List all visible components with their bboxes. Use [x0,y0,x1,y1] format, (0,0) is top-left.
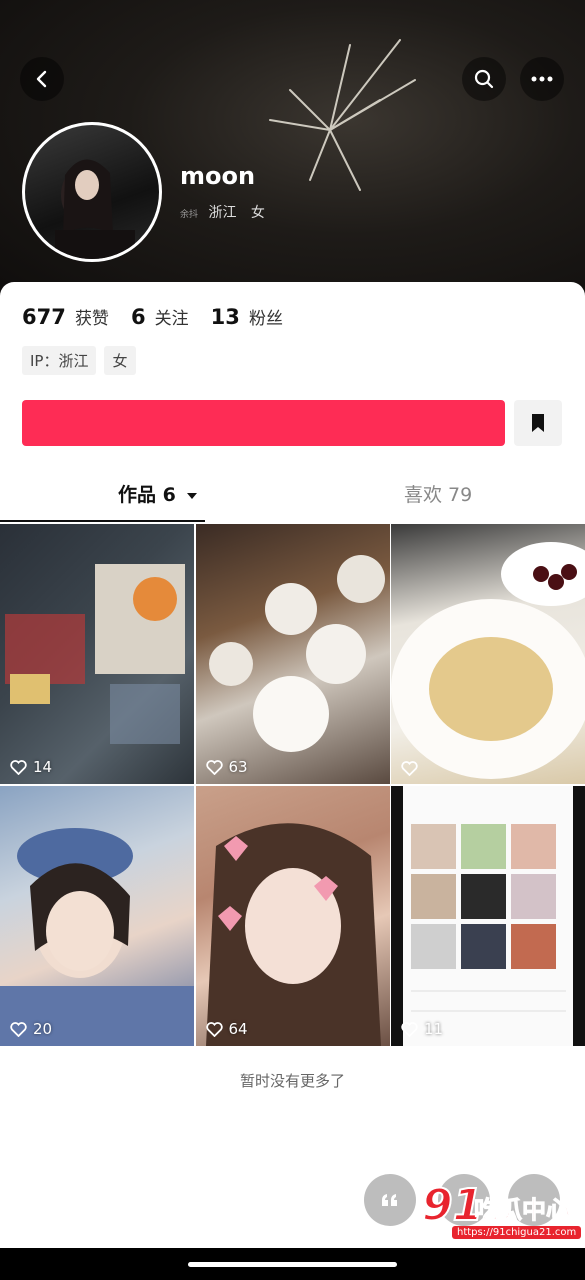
profile-subinfo: 余抖 浙江 女 [180,202,265,222]
heart-icon [205,1021,223,1037]
heart-icon [10,759,27,775]
tab-underline [0,520,205,522]
like-count: 14 [10,758,52,776]
tab-works-label: 作品 6 [118,484,176,506]
video-thumbnail[interactable]: 11 [391,786,585,1046]
back-icon [36,70,47,88]
gender-tag: 女 [104,346,136,375]
video-thumbnail[interactable] [391,524,585,784]
following-stat[interactable]: 6 关注 [131,304,189,329]
like-count-value: 11 [424,1020,444,1038]
heart-icon [401,1021,418,1037]
video-thumbnail[interactable]: 14 [0,524,194,784]
like-count-value: 64 [228,1020,248,1038]
heart-icon [10,1021,27,1037]
watermark-logo: 91 吃瓜中心 https://91chigua21.com [421,1179,582,1248]
video-thumbnail[interactable]: 20 [0,786,194,1046]
follow-button[interactable] [22,400,505,446]
like-count-value: 63 [228,758,248,776]
heart-icon [205,759,223,775]
content-tabs: 作品 6 喜欢 79 [0,472,585,522]
followers-count: 13 [210,305,240,329]
no-more-text: 暂时没有更多了 [239,1072,345,1090]
caret-down-icon [187,493,198,499]
video-grid: 14 63 20 64 11 [0,524,585,1046]
avatar[interactable] [22,122,162,262]
more-button[interactable] [520,57,564,101]
video-thumbnail[interactable]: 64 [195,786,390,1046]
comment-fab[interactable] [364,1174,416,1226]
profile-panel: 677 获赞 6 关注 13 粉丝 IP：浙江 女 作品 6 喜欢 79 14 … [0,282,585,1248]
bookmark-button[interactable] [514,400,562,446]
like-count: 63 [205,758,248,776]
fireworks-decoration [269,39,416,191]
tab-works[interactable]: 作品 6 [118,480,198,507]
tags-row: IP：浙江 女 [22,346,136,375]
like-count: 64 [205,1020,248,1038]
like-count: 20 [10,1020,52,1038]
likes-label: 获赞 [74,309,109,329]
followers-stat[interactable]: 13 粉丝 [211,304,283,329]
more-icon [531,76,553,82]
followers-label: 粉丝 [248,309,283,329]
heart-icon [401,761,418,776]
search-icon [474,69,494,89]
tab-likes[interactable]: 喜欢 79 [404,480,472,507]
search-button[interactable] [462,57,506,101]
gender: 女 [250,205,265,221]
stats-row: 677 获赞 6 关注 13 粉丝 [22,304,283,329]
like-count-value: 20 [33,1020,53,1038]
following-count: 6 [130,305,146,329]
like-count [401,761,424,776]
username: moon [180,162,256,190]
location: 浙江 [208,205,237,221]
likes-stat[interactable]: 677 获赞 [22,304,109,329]
watermark-text: 吃瓜中心 [474,1196,571,1225]
following-label: 关注 [154,309,189,329]
bookmark-icon [532,414,544,432]
watermark-url: https://91chigua21.com [452,1226,582,1239]
like-count: 11 [401,1020,443,1038]
likes-count: 677 [22,305,66,329]
like-count-value: 14 [33,758,53,776]
ip-tag: IP：浙江 [22,346,97,375]
profile-header: moon 余抖 浙江 女 [0,0,585,300]
video-thumbnail[interactable]: 63 [195,524,390,784]
location-small: 余抖 [180,210,199,220]
home-indicator[interactable] [188,1262,397,1267]
quote-icon [382,1194,397,1206]
back-button[interactable] [20,57,64,101]
